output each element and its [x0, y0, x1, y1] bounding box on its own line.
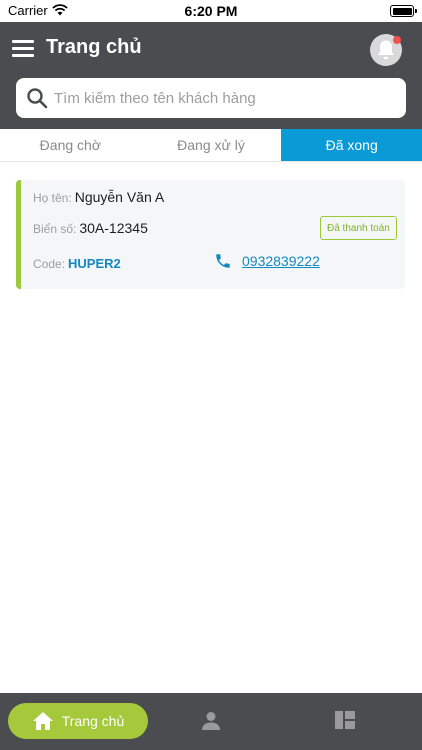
- menu-icon: [12, 40, 34, 57]
- tab-done[interactable]: Đã xong: [281, 129, 422, 161]
- bottom-navigation: Trang chủ: [0, 693, 422, 750]
- tab-processing[interactable]: Đang xử lý: [141, 129, 282, 161]
- order-code: HUPER2: [68, 256, 121, 271]
- status-bar: Carrier 6:20 PM: [0, 0, 422, 22]
- phone-call-link[interactable]: 0932839222: [214, 252, 320, 270]
- customer-name-row: Họ tên: Nguyễn Văn A: [33, 189, 164, 205]
- phone-icon: [216, 254, 230, 268]
- grid-icon: [335, 711, 355, 729]
- app-header: Trang chủ: [0, 22, 422, 129]
- nav-dashboard-button[interactable]: [335, 711, 355, 734]
- phone-number[interactable]: 0932839222: [242, 253, 320, 269]
- home-icon: [32, 712, 53, 730]
- search-box[interactable]: [16, 78, 406, 118]
- license-plate-row: Biển số: 30A-12345: [33, 220, 148, 236]
- code-label: Code:: [33, 257, 66, 271]
- battery-icon: [390, 5, 417, 17]
- status-tabs: Đang chờ Đang xử lý Đã xong: [0, 129, 422, 162]
- search-icon: [27, 88, 48, 109]
- order-card[interactable]: Họ tên: Nguyễn Văn A Biển số: 30A-12345 Đã…: [16, 180, 405, 289]
- notification-button[interactable]: [370, 34, 402, 66]
- nav-profile-button[interactable]: [201, 711, 221, 736]
- search-input[interactable]: [54, 78, 394, 118]
- license-plate: 30A-12345: [79, 220, 148, 236]
- menu-button[interactable]: [12, 40, 34, 58]
- person-icon: [202, 712, 220, 730]
- card-accent-bar: [16, 180, 21, 289]
- notification-badge: [393, 36, 401, 44]
- code-row: Code: HUPER2: [33, 256, 121, 271]
- customer-name-label: Họ tên:: [33, 191, 72, 205]
- clock-time: 6:20 PM: [184, 3, 238, 19]
- license-plate-label: Biển số:: [33, 222, 77, 236]
- page-title: Trang chủ: [46, 36, 142, 58]
- tab-pending[interactable]: Đang chờ: [0, 129, 141, 161]
- customer-name: Nguyễn Văn A: [74, 189, 165, 205]
- payment-status-badge: Đã thanh toán: [320, 216, 397, 240]
- nav-home-label: Trang chủ: [61, 713, 125, 729]
- nav-home-button[interactable]: Trang chủ: [8, 703, 148, 739]
